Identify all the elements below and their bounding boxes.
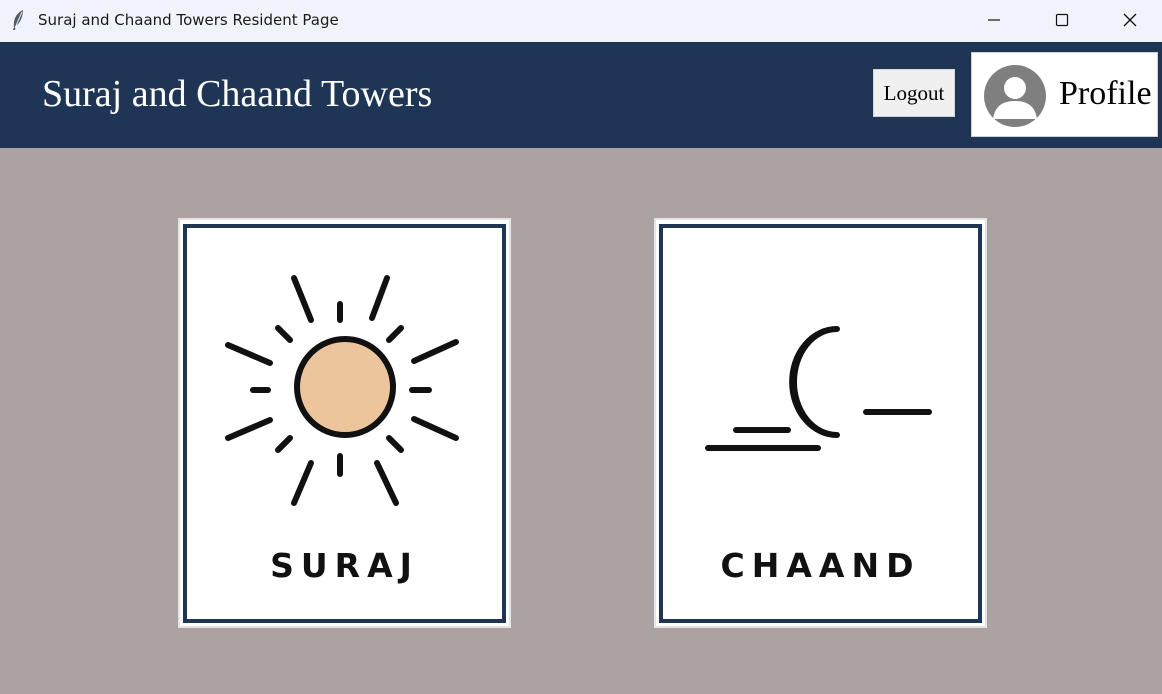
- chaand-label: CHAAND: [720, 546, 921, 585]
- chaand-tower-card[interactable]: CHAAND: [654, 218, 987, 628]
- app-header: Suraj and Chaand Towers Logout Profile: [0, 42, 1162, 148]
- user-avatar-icon: [984, 65, 1046, 127]
- feather-icon: [10, 9, 26, 31]
- window-title: Suraj and Chaand Towers Resident Page: [38, 11, 339, 29]
- close-button[interactable]: [1100, 0, 1160, 42]
- close-icon: [1123, 12, 1137, 31]
- window-title-bar[interactable]: Suraj and Chaand Towers Resident Page: [0, 0, 1162, 42]
- maximize-button[interactable]: [1032, 0, 1092, 42]
- suraj-tower-card[interactable]: SURAJ: [178, 218, 511, 628]
- minimize-button[interactable]: [964, 0, 1024, 42]
- maximize-icon: [1055, 12, 1069, 31]
- minimize-icon: [987, 12, 1001, 31]
- page-title: Suraj and Chaand Towers: [42, 73, 433, 115]
- profile-button[interactable]: Profile: [971, 52, 1158, 137]
- suraj-label: SURAJ: [270, 546, 419, 585]
- profile-label: Profile: [1059, 75, 1152, 112]
- logout-button[interactable]: Logout: [873, 69, 955, 117]
